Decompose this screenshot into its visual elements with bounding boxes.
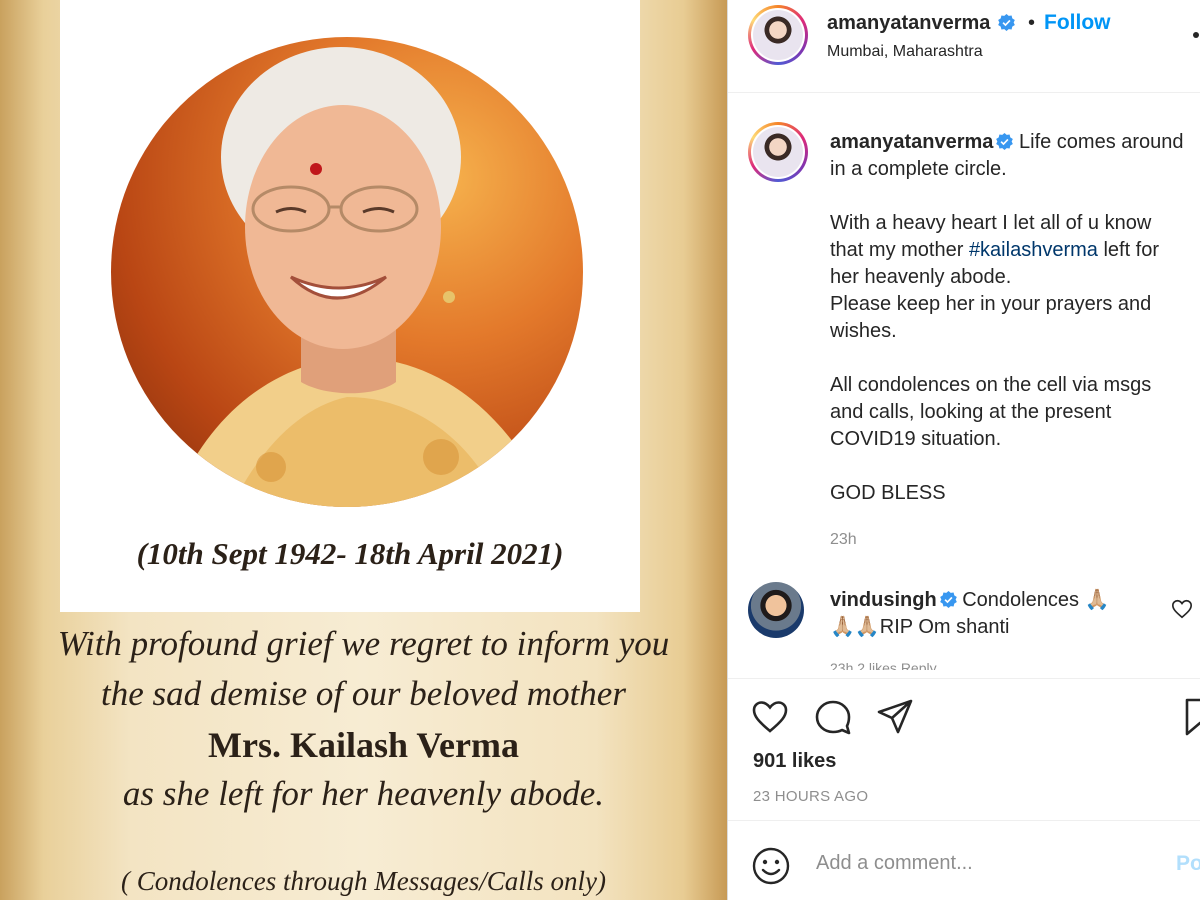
comment: vindusingh Condolences 🙏🏼 🙏🏼🙏🏼RIP Om sha… <box>830 587 1130 641</box>
post-sidebar: amanyatanverma • Follow Mumbai, Maharash… <box>727 0 1200 900</box>
caption-avatar[interactable] <box>748 122 808 182</box>
comment-bar: Po <box>728 820 1200 901</box>
verified-badge-icon <box>998 14 1015 31</box>
post-actions: 901 likes 23 HOURS AGO <box>728 678 1200 821</box>
post-comment-button[interactable]: Po <box>1176 852 1200 876</box>
emoji-smiley-icon[interactable] <box>752 847 790 885</box>
likes-count[interactable]: 901 likes <box>753 750 836 773</box>
hashtag-link[interactable]: #kailashverma <box>969 239 1098 261</box>
share-paper-plane-icon[interactable] <box>875 697 915 737</box>
post-timestamp[interactable]: 23 HOURS AGO <box>753 788 868 805</box>
separator-dot: • <box>1028 12 1036 34</box>
comment-like-heart-icon[interactable] <box>1171 598 1193 620</box>
commenter-username[interactable]: vindusingh <box>830 589 937 611</box>
comment-input[interactable] <box>814 851 1158 876</box>
like-heart-icon[interactable] <box>750 697 790 737</box>
post-image: (10th Sept 1942- 18th April 2021) With p… <box>0 0 727 900</box>
memorial-dates: (10th Sept 1942- 18th April 2021) <box>136 536 564 571</box>
memorial-text-line: as she left for her heavenly abode. <box>122 774 605 813</box>
caption-timestamp[interactable]: 23h <box>830 531 857 549</box>
post-caption: amanyatanverma Life comes around in a co… <box>830 129 1190 507</box>
memorial-text-line: the sad demise of our beloved mother <box>101 674 626 713</box>
comment-meta: 23h 2 likes Reply <box>830 660 937 670</box>
memorial-footer: ( Condolences through Messages/Calls onl… <box>121 866 606 896</box>
more-options-icon[interactable] <box>1191 30 1200 40</box>
portrait-photo <box>111 37 583 507</box>
save-bookmark-icon[interactable] <box>1183 697 1200 737</box>
caption-username[interactable]: amanyatanverma <box>830 131 993 153</box>
verified-badge-icon <box>939 591 957 608</box>
author-username-row[interactable]: amanyatanverma <box>827 12 1015 35</box>
post-location[interactable]: Mumbai, Maharashtra <box>827 43 983 61</box>
author-username[interactable]: amanyatanverma <box>827 12 990 34</box>
memorial-text-line: With profound grief we regret to inform … <box>57 624 670 663</box>
follow-button[interactable]: Follow <box>1044 11 1111 35</box>
verified-badge-icon <box>996 133 1014 150</box>
comment-bubble-icon[interactable] <box>813 697 853 737</box>
commenter-avatar[interactable] <box>748 582 804 638</box>
memorial-name: Mrs. Kailash Verma <box>208 725 519 765</box>
caption-text: All condolences on the cell via msgs and… <box>830 374 1152 450</box>
caption-text: Please keep her in your prayers and wish… <box>830 293 1152 342</box>
author-avatar[interactable] <box>748 5 808 65</box>
caption-text: GOD BLESS <box>830 482 946 504</box>
divider <box>728 92 1200 93</box>
